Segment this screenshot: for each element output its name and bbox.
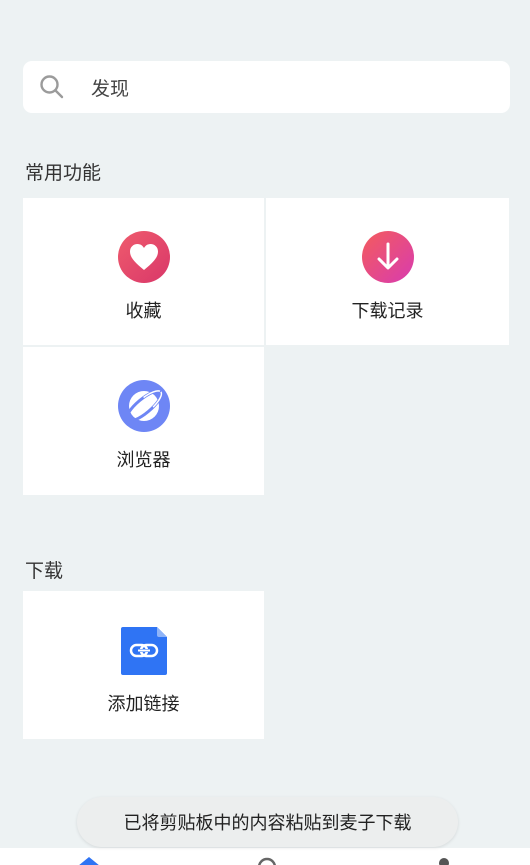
tile-download-records[interactable]: 下载记录 [266,198,509,345]
tile-label: 下载记录 [351,301,424,322]
profile-icon[interactable] [437,856,451,865]
section-title-common: 常用功能 [25,162,102,184]
tile-label: 收藏 [125,301,162,322]
tile-browser[interactable]: 浏览器 [23,347,264,495]
search-placeholder: 发现 [91,77,130,100]
bottom-nav [0,848,530,865]
download-arrow-icon [361,231,414,283]
toast-message: 已将剪贴板中的内容粘贴到麦子下载 [77,797,458,847]
search-bar[interactable]: 发现 [23,61,510,113]
tile-label: 添加链接 [107,694,180,715]
tile-add-link[interactable]: 添加链接 [23,591,264,739]
heart-icon [117,231,170,283]
home-icon[interactable] [78,857,100,865]
tile-favorites[interactable]: 收藏 [23,198,264,345]
section-title-download: 下载 [25,560,64,582]
add-link-icon [120,627,167,675]
search-icon [40,75,64,99]
tile-label: 浏览器 [116,450,171,471]
browser-planet-icon [117,380,170,432]
settings-icon[interactable] [257,857,277,865]
